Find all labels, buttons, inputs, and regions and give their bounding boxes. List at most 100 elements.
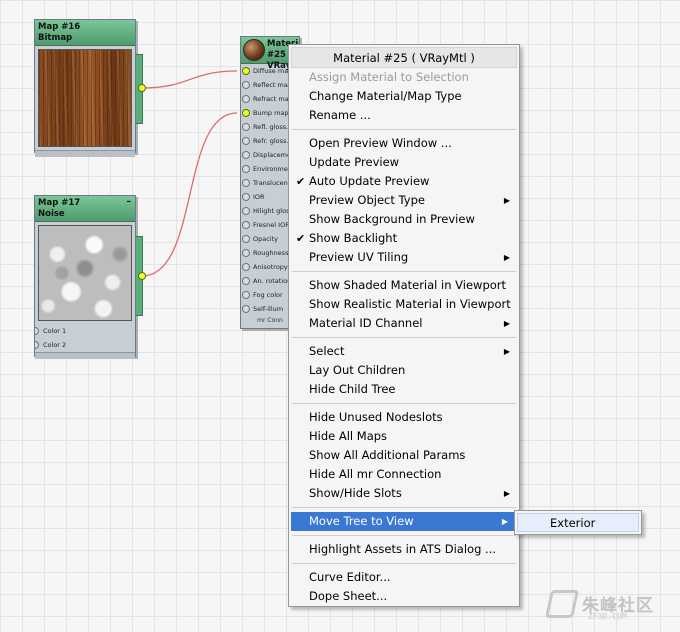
menu-item-change-material-map-type[interactable]: Change Material/Map Type (289, 87, 519, 106)
menu-item-show-realistic-material-in-viewport[interactable]: Show Realistic Material in Viewport (289, 295, 519, 314)
output-socket-icon[interactable] (138, 272, 146, 280)
watermark: 朱峰社区 ZF3D.COM (545, 588, 678, 628)
menu-item-update-preview[interactable]: Update Preview (289, 153, 519, 172)
socket-icon[interactable] (242, 179, 250, 187)
socket-icon[interactable] (35, 327, 39, 335)
socket-icon[interactable] (242, 305, 250, 313)
socket-icon[interactable] (242, 151, 250, 159)
menu-item-hide-child-tree[interactable]: Hide Child Tree (289, 380, 519, 399)
slot-color-1[interactable]: Color 1 (35, 324, 135, 338)
menu-item-preview-uv-tiling[interactable]: Preview UV Tiling ▶ (289, 248, 519, 267)
menu-item-label: Hide Unused Nodeslots (309, 410, 443, 424)
socket-icon[interactable] (242, 123, 250, 131)
submenu-arrow-icon: ▶ (503, 347, 510, 356)
slot-color-2[interactable]: Color 2 (35, 338, 135, 352)
menu-item-label: Dope Sheet... (309, 589, 388, 603)
menu-separator (292, 403, 516, 404)
submenu-arrow-icon: ▶ (503, 253, 510, 262)
socket-icon[interactable] (242, 291, 250, 299)
menu-item-show-background-in-preview[interactable]: Show Background in Preview (289, 210, 519, 229)
menu-item-hide-unused-nodeslots[interactable]: Hide Unused Nodeslots (289, 408, 519, 427)
menu-item-hide-all-maps[interactable]: Hide All Maps (289, 427, 519, 446)
menu-item-curve-editor[interactable]: Curve Editor... (289, 568, 519, 587)
menu-item-preview-object-type[interactable]: Preview Object Type ▶ (289, 191, 519, 210)
socket-icon[interactable] (242, 207, 250, 215)
menu-item-label: Show Realistic Material in Viewport (309, 297, 511, 311)
menu-item-highlight-assets-in-ats-dialog[interactable]: Highlight Assets in ATS Dialog ... (289, 540, 519, 559)
menu-separator (292, 337, 516, 338)
socket-icon[interactable] (242, 249, 250, 257)
submenu-arrow-icon: ▶ (503, 489, 510, 498)
menu-separator (292, 535, 516, 536)
menu-separator (292, 507, 516, 508)
menu-item-label: Assign Material to Selection (309, 70, 469, 84)
node-map16-bitmap[interactable]: Map #16 Bitmap (34, 19, 136, 157)
menu-separator (292, 563, 516, 564)
menu-item-label: Lay Out Children (309, 363, 406, 377)
socket-icon[interactable] (242, 235, 250, 243)
minimize-icon[interactable]: – (127, 197, 132, 208)
slot-label: IOR (253, 193, 265, 201)
node-header[interactable]: Map #17 Noise – (35, 196, 135, 222)
watermark-subtext: ZF3D.COM (588, 612, 627, 621)
socket-icon[interactable] (242, 109, 250, 117)
slot-label: Fresnel IOR (253, 221, 290, 229)
socket-icon[interactable] (242, 277, 250, 285)
menu-item-label: Show All Additional Params (309, 448, 466, 462)
menu-item-open-preview-window[interactable]: Open Preview Window ... (289, 134, 519, 153)
slot-label: Roughness (253, 249, 289, 257)
node-title: Map #17 (38, 198, 81, 208)
menu-item-dope-sheet[interactable]: Dope Sheet... (289, 587, 519, 606)
menu-item-move-tree-to-view[interactable]: Move Tree to View ▶ (291, 512, 517, 531)
menu-separator (292, 129, 516, 130)
menu-item-label: Open Preview Window ... (309, 136, 452, 150)
socket-icon[interactable] (242, 193, 250, 201)
slot-label: Fog color (253, 291, 283, 299)
menu-item-label: Auto Update Preview (309, 174, 430, 188)
output-socket-icon[interactable] (138, 84, 146, 92)
node-header[interactable]: Map #16 Bitmap (35, 20, 135, 46)
menu-title: Material #25 ( VRayMtl ) (291, 47, 517, 68)
menu-item-select[interactable]: Select ▶ (289, 342, 519, 361)
context-menu: Material #25 ( VRayMtl ) Assign Material… (288, 44, 520, 607)
wire-map16-diffuse[interactable] (141, 70, 238, 89)
node-type: Bitmap (38, 33, 73, 43)
socket-icon[interactable] (242, 81, 250, 89)
slot-label: Refr. gloss. (253, 137, 289, 145)
node-map17-noise[interactable]: Map #17 Noise – Color 1 Color 2 (34, 195, 136, 359)
socket-icon[interactable] (242, 137, 250, 145)
node-title: Map #16 (38, 22, 81, 32)
menu-item-show-backlight[interactable]: ✔ Show Backlight (289, 229, 519, 248)
bitmap-preview (38, 49, 132, 147)
slot-label: Bump map (253, 109, 289, 117)
socket-icon[interactable] (242, 221, 250, 229)
menu-item-show-all-additional-params[interactable]: Show All Additional Params (289, 446, 519, 465)
socket-icon[interactable] (242, 165, 250, 173)
menu-item-hide-all-mr-connection[interactable]: Hide All mr Connection (289, 465, 519, 484)
menu-separator (292, 271, 516, 272)
menu-item-label: Preview Object Type (309, 193, 425, 207)
socket-icon[interactable] (242, 95, 250, 103)
menu-item-label: Preview UV Tiling (309, 250, 409, 264)
menu-item-auto-update-preview[interactable]: ✔ Auto Update Preview (289, 172, 519, 191)
socket-icon[interactable] (35, 341, 39, 349)
slot-label: Color 2 (43, 341, 67, 349)
menu-item-rename[interactable]: Rename ... (289, 106, 519, 125)
slot-label: Refract map (253, 95, 293, 103)
socket-icon[interactable] (242, 263, 250, 271)
menu-item-show-hide-slots[interactable]: Show/Hide Slots ▶ (289, 484, 519, 503)
menu-item-show-shaded-material-in-viewport[interactable]: Show Shaded Material in Viewport (289, 276, 519, 295)
wire-map17-bump[interactable] (141, 112, 238, 277)
menu-item-lay-out-children[interactable]: Lay Out Children (289, 361, 519, 380)
menu-item-material-id-channel[interactable]: Material ID Channel ▶ (289, 314, 519, 333)
submenu-arrow-icon: ▶ (503, 196, 510, 205)
submenu-arrow-icon: ▶ (503, 319, 510, 328)
socket-icon[interactable] (242, 67, 250, 75)
noise-preview (38, 225, 132, 321)
menu-item-label: Rename ... (309, 108, 371, 122)
submenu-item-exterior[interactable]: Exterior (517, 513, 639, 532)
menu-item-label: Show Backlight (309, 231, 398, 245)
menu-item-label: Hide Child Tree (309, 382, 396, 396)
checkmark-icon: ✔ (296, 232, 306, 245)
menu-body: Assign Material to Selection Change Mater… (289, 68, 519, 606)
